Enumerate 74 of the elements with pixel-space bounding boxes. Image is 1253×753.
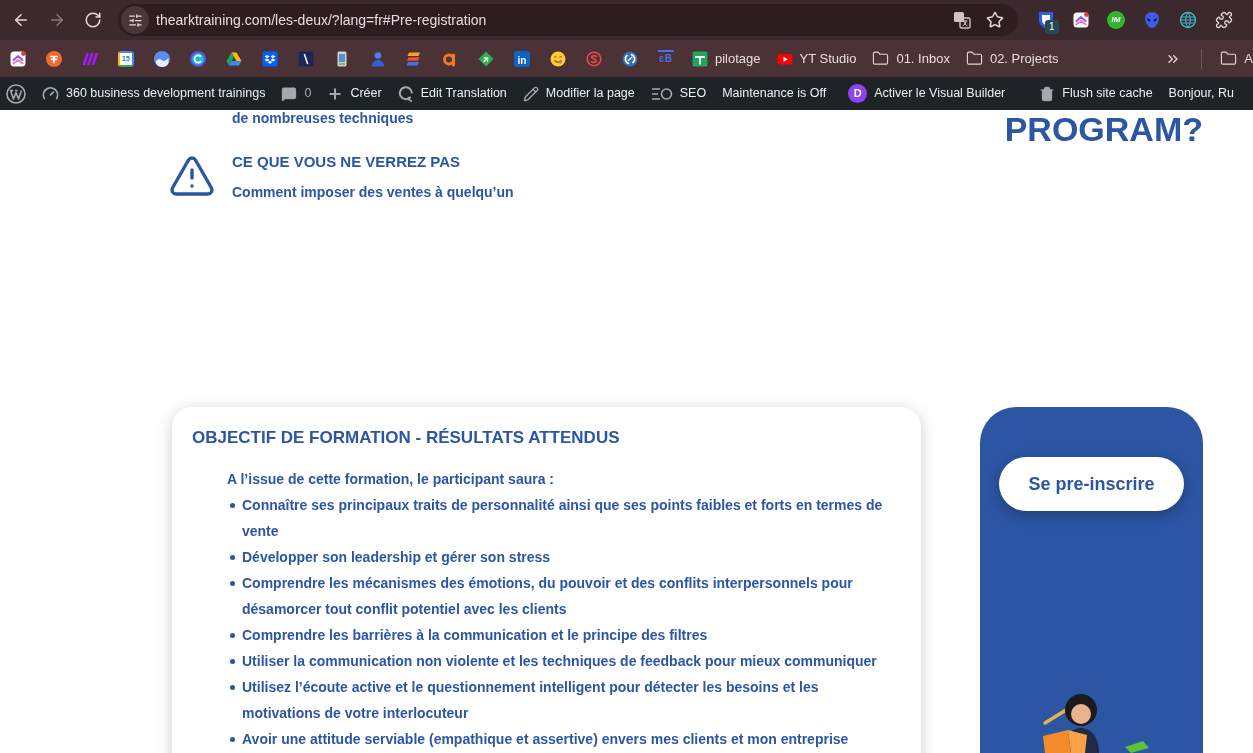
bullet-icon: [230, 685, 235, 690]
bookmark-link[interactable]: A: [1214, 44, 1253, 73]
admin-bar-link[interactable]: Edit Translation: [389, 77, 515, 110]
translate-icon: [397, 85, 414, 102]
section-text: de nombreuses techniques: [231, 110, 415, 126]
trash-icon: [1039, 85, 1056, 102]
cloud-icon[interactable]: [154, 50, 170, 67]
smiley-icon[interactable]: [550, 50, 566, 67]
admin-bar-link[interactable]: 360 business development trainings: [34, 77, 274, 110]
folder-icon[interactable]: [872, 50, 890, 67]
objective-item: Utiliser la communication non violente et les techniques de feedback pour mieux communiquer: [242, 652, 877, 671]
admin-bar-link[interactable]: SEO: [642, 77, 715, 110]
address-bar[interactable]: thearktraining.com/les-deux/?lang=fr#Pre-registration: [118, 4, 1018, 36]
bookmark-link[interactable]: pilotage: [684, 44, 769, 73]
pencil-icon: [522, 85, 539, 102]
objectives-intro: A l’issue de cette formation, le participant saura :: [226, 470, 555, 489]
web-sphere-icon[interactable]: [1179, 11, 1197, 29]
slash-tile-icon[interactable]: [298, 50, 314, 67]
admin-bar-link[interactable]: Modifier la page: [514, 77, 643, 110]
folder-icon[interactable]: [965, 50, 983, 67]
sheet-icon[interactable]: [692, 50, 708, 67]
admin-bar-link[interactable]: Flush site cache: [1031, 77, 1161, 110]
objective-item: Avoir une attitude serviable (empathique et assertive) envers mes clients et mon entreprise: [242, 730, 849, 749]
objectives-heading: OBJECTIF DE FORMATION - RÉSULTATS ATTENDUS: [192, 427, 621, 449]
bookmark-link[interactable]: 01. Inbox: [864, 44, 958, 73]
bullet-icon: [230, 737, 235, 742]
person-icon[interactable]: [370, 50, 386, 67]
back-icon[interactable]: [12, 11, 30, 29]
objective-item: Utilisez l’écoute active et le questionnement intelligent pour détecter les besoins et les motivations de votre interlocuteur: [242, 678, 820, 723]
in-logo-icon[interactable]: in: [514, 50, 530, 67]
objective-item: Comprendre les mécanismes des émotions, du pouvoir et des conflits interpersonnels pour désamorcer tout conflit potentiel avec les clients: [242, 574, 854, 619]
site-settings-icon[interactable]: [121, 6, 149, 34]
s-ring-icon[interactable]: [586, 50, 602, 67]
admin-bar-link[interactable]: Créer: [319, 77, 390, 110]
program-heading: PROGRAM?: [1004, 110, 1203, 148]
url-text: thearktraining.com/les-deux/?lang=fr#Pre-registration: [156, 10, 487, 30]
bullet-icon: [230, 555, 235, 560]
preregister-button[interactable]: Se pre-inscrire: [999, 457, 1184, 511]
bullet-icon: [230, 581, 235, 586]
bookmark-link[interactable]: YT Studio: [768, 44, 865, 73]
ring-logo-icon[interactable]: [190, 50, 206, 67]
ring-icon[interactable]: [622, 50, 638, 67]
seo-icon: [650, 85, 673, 102]
chevron-logo-icon[interactable]: [1073, 12, 1089, 28]
bookmark-star-icon[interactable]: [986, 11, 1004, 29]
folder-icon[interactable]: [1220, 50, 1238, 67]
alien-icon[interactable]: [1143, 11, 1161, 29]
admin-bar-link[interactable]: D Activer le Visual Builder: [840, 77, 1014, 110]
coin-logo-icon[interactable]: [46, 50, 62, 67]
translate-page-icon[interactable]: [953, 11, 971, 29]
bookmark-link[interactable]: 02. Projects: [957, 44, 1067, 73]
extension-badge: 1: [1045, 20, 1059, 34]
chevron-logo-icon[interactable]: [10, 50, 26, 67]
admin-bar-link[interactable]: Bonjour, Ru: [1160, 77, 1242, 110]
gauge-icon: [42, 85, 59, 102]
logo-icon[interactable]: [6, 83, 26, 104]
stripes-logo-icon[interactable]: [406, 50, 422, 67]
objective-item: Comprendre les barrières à la communication et le principe des filtres: [242, 626, 708, 645]
box-logo-icon[interactable]: [262, 50, 278, 67]
reload-icon[interactable]: [84, 11, 102, 29]
bullet-icon: [230, 659, 235, 664]
warning-heading: CE QUE VOUS NE VERREZ PAS: [232, 153, 462, 171]
admin-bar-link[interactable]: Maintenance is Off: [714, 77, 835, 110]
warning-text: Comment imposer des ventes à quelqu’un: [232, 184, 514, 200]
admin-bar-link[interactable]: 0: [273, 77, 320, 110]
diamond-logo-icon[interactable]: [478, 50, 494, 67]
extensions-icon[interactable]: [1215, 11, 1233, 29]
comment-icon: [281, 85, 298, 102]
d-logo-icon: D: [848, 84, 868, 103]
objective-item: Connaître ses principaux traits de personnalité ainsi que ses points faibles et forts en termes de vente: [242, 496, 884, 541]
objective-item: Développer son leadership et gérer son stress: [242, 548, 551, 567]
bullet-icon: [230, 633, 235, 638]
triangle-logo-icon[interactable]: [226, 50, 242, 67]
bullet-icon: [230, 503, 235, 508]
